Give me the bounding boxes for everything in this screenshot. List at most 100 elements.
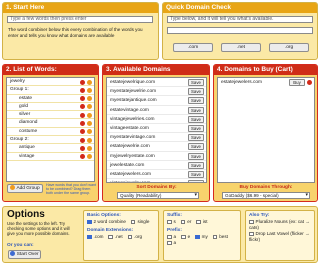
checkbox-box[interactable]: [181, 234, 186, 239]
checkbox-box[interactable]: [167, 234, 172, 239]
option-checkbox[interactable]: s: [167, 219, 176, 225]
option-checkbox[interactable]: er: [180, 219, 191, 225]
checkbox-box[interactable]: [195, 234, 200, 239]
move-icon[interactable]: [87, 112, 92, 118]
buy-button[interactable]: Buy: [289, 79, 305, 86]
option-checkbox[interactable]: .net: [108, 234, 123, 240]
remove-icon[interactable]: [307, 80, 312, 85]
list-panel: 2. List of Words: jewelry Group 1: estate g…: [2, 64, 99, 202]
delete-icon[interactable]: [80, 112, 85, 118]
option-checkbox[interactable]: best: [212, 234, 228, 240]
word-input[interactable]: Type a few words then press enter: [7, 16, 153, 23]
word-row[interactable]: estate: [7, 95, 94, 103]
delete-icon[interactable]: [80, 104, 85, 110]
checkbox-label: e: [187, 234, 191, 239]
checkbox-label: .net: [114, 234, 123, 239]
delete-icon[interactable]: [80, 145, 85, 151]
checkbox-box[interactable]: [130, 219, 136, 224]
move-icon[interactable]: [87, 145, 92, 151]
save-button[interactable]: Save: [188, 124, 204, 132]
checkbox-box[interactable]: [212, 234, 218, 239]
domain-name: estatejewelrique.com: [110, 80, 156, 85]
move-icon[interactable]: [87, 104, 92, 110]
save-button[interactable]: Save: [188, 106, 204, 114]
add-group-button[interactable]: Add Group: [7, 184, 43, 193]
checkbox-box[interactable]: [249, 231, 254, 236]
move-icon[interactable]: [87, 96, 92, 102]
tld-org-button[interactable]: .org: [269, 43, 309, 52]
save-button[interactable]: Res: [188, 180, 204, 182]
move-icon[interactable]: [87, 120, 92, 126]
checkbox-label: best: [219, 234, 228, 239]
delete-icon[interactable]: [80, 154, 85, 160]
sort-select[interactable]: Quality (Readability): [117, 192, 199, 199]
option-checkbox[interactable]: e: [181, 234, 190, 240]
delete-icon[interactable]: [80, 120, 85, 126]
checkbox-box[interactable]: [180, 219, 186, 224]
available-panel: 3. Available Domains estatejewelrique.co…: [102, 64, 210, 202]
option-checkbox[interactable]: single: [130, 219, 149, 225]
checkbox-box[interactable]: [87, 219, 92, 224]
save-button[interactable]: Save: [188, 115, 204, 123]
domain-row: estatejewelrique.com Save: [107, 78, 206, 88]
checkbox-box[interactable]: [249, 219, 254, 224]
option-checkbox[interactable]: Pluralize Nouns (ex: cat → cats): [249, 219, 311, 231]
start-over-button[interactable]: Start Over: [8, 250, 41, 259]
checkbox-box[interactable]: [87, 234, 92, 239]
tld-net-button[interactable]: .net: [221, 43, 261, 52]
delete-icon[interactable]: [80, 96, 85, 102]
group-row[interactable]: Group 1:: [7, 86, 94, 95]
option-checkbox[interactable]: my: [195, 234, 208, 240]
save-button[interactable]: Save: [188, 79, 204, 86]
word-row[interactable]: costume: [7, 128, 94, 137]
checkbox-box[interactable]: [167, 219, 172, 224]
quick-check-panel: Quick Domain Check Type below, and it wi…: [162, 2, 318, 60]
checkbox-label: .org: [134, 234, 143, 239]
option-checkbox[interactable]: .org: [127, 234, 143, 240]
domain-name: vintagejewelries.com: [110, 116, 155, 122]
save-button[interactable]: Save: [188, 88, 204, 96]
word-row[interactable]: gold: [7, 103, 94, 112]
word-row[interactable]: antique: [7, 144, 94, 153]
tld-com-button[interactable]: .com: [173, 43, 213, 52]
delete-icon[interactable]: [80, 137, 85, 143]
domain-row: myestatejewelrie.com Save: [107, 87, 206, 97]
quick-check-field[interactable]: [167, 27, 313, 34]
move-icon[interactable]: [87, 79, 92, 85]
save-button[interactable]: Save: [188, 161, 204, 169]
quick-check-input[interactable]: Type below, and it will tell you what's …: [167, 16, 313, 23]
word-row[interactable]: silver: [7, 111, 94, 120]
group-row[interactable]: Group 2:: [7, 136, 94, 145]
move-icon[interactable]: [87, 129, 92, 135]
option-checkbox[interactable]: a: [167, 240, 176, 246]
checkbox-box[interactable]: [196, 219, 201, 224]
delete-icon[interactable]: [80, 79, 85, 85]
save-button[interactable]: Save: [188, 97, 204, 105]
save-button[interactable]: Save: [188, 143, 204, 151]
checkbox-box[interactable]: [108, 234, 113, 239]
delete-icon[interactable]: [80, 129, 85, 135]
word-row[interactable]: diamond: [7, 119, 94, 128]
domain-row: vintagejewelry.com Res: [107, 179, 206, 182]
save-button[interactable]: Save: [188, 134, 204, 142]
domain-row: vintageestate.com Save: [107, 124, 206, 134]
registrar-select[interactable]: GoDaddy ($6.99 - special): [222, 192, 310, 199]
group-row[interactable]: jewelry: [7, 78, 94, 87]
or-you-can: Or you can:: [7, 243, 34, 248]
move-icon[interactable]: [87, 154, 92, 160]
option-checkbox[interactable]: ist: [196, 219, 207, 225]
checkbox-label: 2 word combine: [93, 219, 126, 224]
move-icon[interactable]: [87, 137, 92, 143]
checkbox-box[interactable]: [167, 240, 172, 245]
option-checkbox[interactable]: .com: [87, 234, 103, 240]
checkbox-label: ist: [202, 219, 208, 224]
save-button[interactable]: Save: [188, 170, 204, 178]
delete-icon[interactable]: [80, 87, 85, 93]
option-checkbox[interactable]: 2 word combine: [87, 219, 126, 225]
move-icon[interactable]: [87, 87, 92, 93]
option-checkbox[interactable]: Drop Last Vowel (flicker → flickr): [249, 231, 311, 243]
save-button[interactable]: Save: [188, 152, 204, 160]
word-label: Group 1:: [10, 87, 29, 93]
word-row[interactable]: vintage: [7, 153, 94, 161]
checkbox-box[interactable]: [127, 234, 133, 239]
